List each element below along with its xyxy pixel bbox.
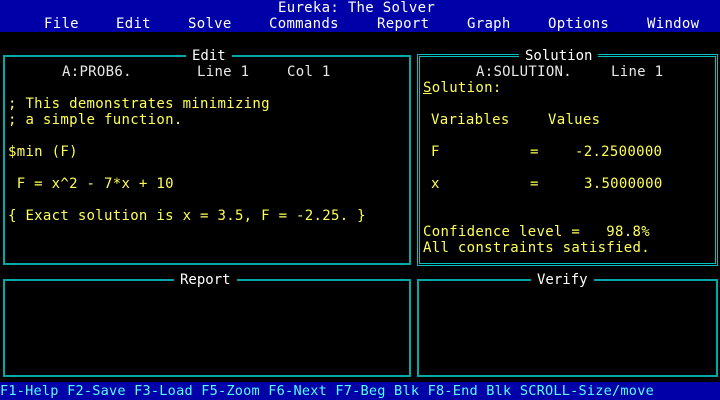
menu-options[interactable]: Options [548,16,609,32]
result-equals: = [530,144,539,160]
constraints-status: All constraints satisfied. [423,240,650,256]
function-key-bar: F1-Help F2-Save F3-Load F5-Zoom F6-Next … [0,382,720,400]
report-pane-title: Report [174,272,237,288]
menu-solve[interactable]: Solve [188,16,232,32]
solution-file-name: A:SOLUTION. [476,64,573,80]
confidence-level: Confidence level = 98.8% [423,224,650,240]
solution-heading: Solution: [423,80,502,96]
report-pane[interactable]: Report [3,272,411,377]
edit-pane[interactable]: Edit [3,48,411,265]
solution-pane-title: Solution [519,48,599,64]
solution-heading-rest: olution: [431,80,502,96]
menu-graph[interactable]: Graph [467,16,511,32]
app-title: Eureka: The Solver [278,0,436,16]
variables-header: Variables [431,112,510,128]
result-variable: F [431,144,440,160]
edit-col-indicator: Col 1 [287,64,331,80]
edit-text-line[interactable]: { Exact solution is x = 3.5, F = -2.25. … [8,208,366,224]
edit-file-name: A:PROB6. [62,64,132,80]
result-equals: = [530,176,539,192]
menu-commands[interactable]: Commands [269,16,339,32]
menu-report[interactable]: Report [377,16,429,32]
title-menu-bar: Eureka: The Solver File Edit Solve Comma… [0,0,720,32]
solution-line-indicator: Line 1 [611,64,664,80]
edit-pane-title: Edit [186,48,232,64]
verify-pane-title: Verify [531,272,594,288]
menu-window[interactable]: Window [647,16,699,32]
edit-text-line[interactable]: $min (F) [8,144,78,160]
edit-text-line[interactable]: ; a simple function. [8,112,183,128]
edit-text-line[interactable]: ; This demonstrates minimizing [8,96,270,112]
values-header: Values [548,112,601,128]
result-variable: x [431,176,440,192]
solution-heading-hotkey: S [423,80,432,96]
function-key-hints[interactable]: F1-Help F2-Save F3-Load F5-Zoom F6-Next … [0,383,654,399]
menu-edit[interactable]: Edit [116,16,151,32]
result-value: -2.2500000 [575,144,663,160]
edit-text-line[interactable]: F = x^2 - 7*x + 10 [8,176,174,192]
result-value: 3.5000000 [584,176,663,192]
verify-pane[interactable]: Verify [417,272,718,377]
edit-line-indicator: Line 1 [197,64,250,80]
menu-file[interactable]: File [44,16,79,32]
